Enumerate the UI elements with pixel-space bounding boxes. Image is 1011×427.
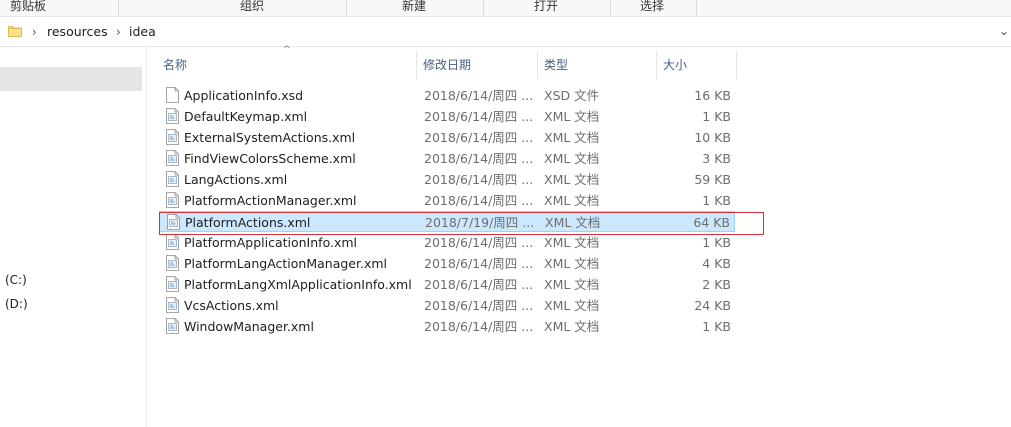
file-type: XML 文档: [544, 130, 600, 145]
file-type: XML 文档: [544, 151, 600, 166]
column-header-type[interactable]: 类型: [538, 51, 657, 79]
file-row[interactable]: PlatformActionManager.xml 2018/6/14/周四 ..…: [159, 190, 735, 211]
file-row[interactable]: ApplicationInfo.xsd 2018/6/14/周四 ... XSD 文…: [159, 85, 735, 106]
file-row[interactable]: PlatformLangXmlApplicationInfo.xml 2018/6…: [159, 274, 735, 295]
ribbon-group-clipboard: 剪贴板: [9, 0, 46, 13]
file-size: 3 KB: [702, 151, 731, 166]
ribbon-group-organize: 组织: [239, 0, 264, 13]
xml-file-icon: [166, 192, 179, 208]
xml-file-icon: [166, 150, 179, 166]
folder-icon: [8, 26, 22, 37]
file-modified-date: 2018/6/14/周四 ...: [424, 235, 534, 250]
navigation-pane: (C:) (D:): [0, 47, 147, 427]
file-modified-date: 2018/6/14/周四 ...: [424, 151, 534, 166]
file-modified-date: 2018/6/14/周四 ...: [424, 298, 534, 313]
file-size: 1 KB: [702, 109, 731, 124]
file-name: PlatformApplicationInfo.xml: [184, 235, 358, 250]
xml-file-icon: [166, 234, 179, 250]
ribbon-separator: [483, 0, 484, 16]
file-type: XML 文档: [544, 193, 600, 208]
xml-file-icon: [166, 129, 179, 145]
file-row[interactable]: FindViewColorsScheme.xml 2018/6/14/周四 ...…: [159, 148, 735, 169]
file-row[interactable]: VcsActions.xml 2018/6/14/周四 ... XML 文档 24 K…: [159, 295, 735, 316]
nav-drive-d[interactable]: (D:): [5, 296, 28, 312]
file-row[interactable]: WindowManager.xml 2018/6/14/周四 ... XML 文档 1…: [159, 316, 735, 337]
column-header-size[interactable]: 大小: [657, 51, 737, 79]
file-row[interactable]: ExternalSystemActions.xml 2018/6/14/周四 ..…: [159, 127, 735, 148]
ribbon-separator: [610, 0, 611, 16]
file-modified-date: 2018/6/14/周四 ...: [424, 172, 534, 187]
file-size: 1 KB: [702, 193, 731, 208]
xml-file-icon: [166, 171, 179, 187]
file-row[interactable]: LangActions.xml 2018/6/14/周四 ... XML 文档 59 …: [159, 169, 735, 190]
file-size: 4 KB: [702, 256, 731, 271]
file-modified-date: 2018/6/14/周四 ...: [424, 193, 534, 208]
nav-drive-c[interactable]: (C:): [5, 272, 27, 288]
ribbon-group-select: 选择: [639, 0, 664, 13]
file-size: 1 KB: [702, 319, 731, 334]
file-type: XML 文档: [544, 256, 600, 271]
file-name: FindViewColorsScheme.xml: [184, 151, 356, 166]
file-size: 1 KB: [702, 235, 731, 250]
ribbon-separator: [696, 0, 697, 16]
sort-ascending-icon: ^: [283, 45, 291, 55]
column-header-row: 名称 ^ 修改日期 类型 大小: [146, 45, 737, 79]
annotation-highlight-box: [159, 212, 764, 235]
file-modified-date: 2018/6/14/周四 ...: [424, 277, 534, 292]
chevron-right-icon[interactable]: ›: [32, 23, 37, 41]
chevron-down-icon[interactable]: ⌄: [999, 24, 1009, 38]
xml-file-icon: [166, 108, 179, 124]
file-name: ApplicationInfo.xsd: [184, 88, 304, 103]
nav-selected-item[interactable]: [0, 67, 142, 91]
file-list: 名称 ^ 修改日期 类型 大小 ApplicationInfo.xsd 2018/…: [146, 45, 1011, 427]
address-bar[interactable]: › resources › idea ⌄: [0, 18, 1011, 47]
file-name: PlatformActionManager.xml: [184, 193, 357, 208]
file-size: 24 KB: [694, 298, 731, 313]
file-modified-date: 2018/6/14/周四 ...: [424, 256, 534, 271]
file-name: WindowManager.xml: [184, 319, 314, 334]
column-header-date[interactable]: 修改日期: [417, 51, 538, 79]
file-type: XML 文档: [544, 109, 600, 124]
file-name: LangActions.xml: [184, 172, 288, 187]
column-header-name[interactable]: 名称: [157, 51, 417, 79]
ribbon-group-labels: 剪贴板 组织 新建 打开 选择: [0, 0, 1011, 17]
file-type: XML 文档: [544, 277, 600, 292]
ribbon-separator: [346, 0, 347, 16]
file-type: XML 文档: [544, 298, 600, 313]
xsd-file-icon: [166, 87, 179, 103]
xml-file-icon: [166, 318, 179, 334]
file-name: PlatformLangXmlApplicationInfo.xml: [184, 277, 412, 292]
breadcrumb-resources[interactable]: resources: [47, 23, 108, 41]
file-size: 16 KB: [694, 88, 731, 103]
breadcrumb-idea[interactable]: idea: [129, 23, 156, 41]
file-size: 59 KB: [694, 172, 731, 187]
file-type: XSD 文件: [544, 88, 600, 103]
file-name: PlatformLangActionManager.xml: [184, 256, 388, 271]
file-name: VcsActions.xml: [184, 298, 279, 313]
ribbon-group-open: 打开: [533, 0, 558, 13]
file-size: 10 KB: [694, 130, 731, 145]
file-name: DefaultKeymap.xml: [184, 109, 308, 124]
file-modified-date: 2018/6/14/周四 ...: [424, 319, 534, 334]
file-name: ExternalSystemActions.xml: [184, 130, 356, 145]
ribbon-separator: [118, 0, 119, 16]
file-row[interactable]: PlatformApplicationInfo.xml 2018/6/14/周四 …: [159, 232, 735, 253]
file-modified-date: 2018/6/14/周四 ...: [424, 88, 534, 103]
file-modified-date: 2018/6/14/周四 ...: [424, 109, 534, 124]
file-type: XML 文档: [544, 235, 600, 250]
ribbon-group-new: 新建: [401, 0, 426, 13]
xml-file-icon: [166, 276, 179, 292]
file-modified-date: 2018/6/14/周四 ...: [424, 130, 534, 145]
file-size: 2 KB: [702, 277, 731, 292]
file-row[interactable]: PlatformLangActionManager.xml 2018/6/14/周…: [159, 253, 735, 274]
xml-file-icon: [166, 255, 179, 271]
file-row[interactable]: DefaultKeymap.xml 2018/6/14/周四 ... XML 文档 1…: [159, 106, 735, 127]
file-type: XML 文档: [544, 172, 600, 187]
file-type: XML 文档: [544, 319, 600, 334]
xml-file-icon: [166, 297, 179, 313]
chevron-right-icon[interactable]: ›: [116, 23, 121, 41]
